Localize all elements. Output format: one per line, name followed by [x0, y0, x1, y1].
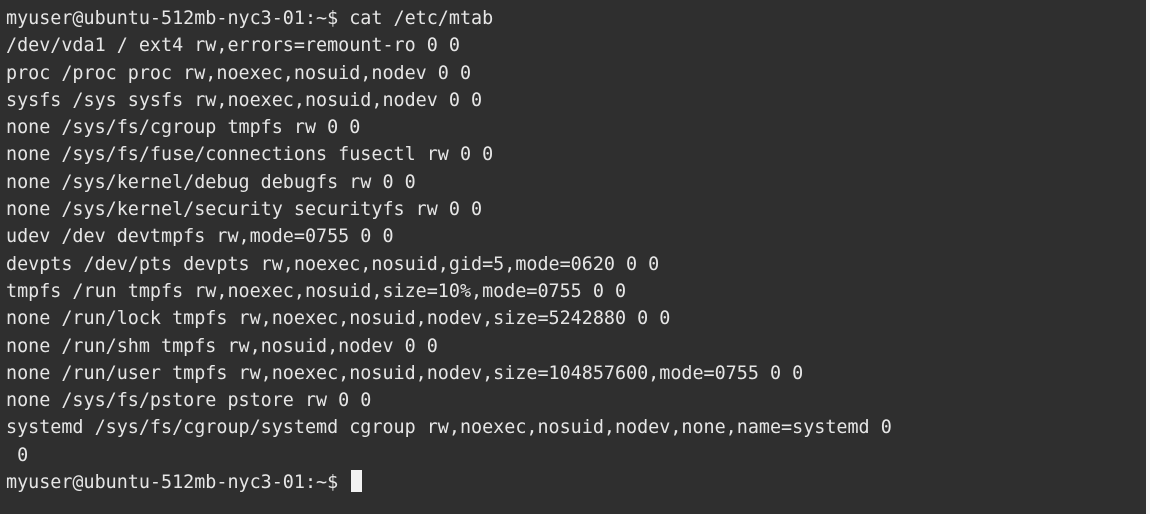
text-cursor — [351, 470, 363, 493]
output-line: /dev/vda1 / ext4 rw,errors=remount-ro 0 … — [6, 35, 460, 57]
output-line: proc /proc proc rw,noexec,nosuid,nodev 0… — [6, 62, 472, 84]
terminal-window[interactable]: myuser@ubuntu-512mb-nyc3-01:~$ cat /etc/… — [0, 0, 1150, 514]
window-edge — [1146, 0, 1150, 514]
output-line: none /sys/kernel/debug debugfs rw 0 0 — [6, 171, 416, 193]
output-line: none /run/shm tmpfs rw,nosuid,nodev 0 0 — [6, 335, 438, 357]
output-line: none /sys/fs/fuse/connections fusectl rw… — [6, 144, 494, 166]
prompt-line[interactable]: myuser@ubuntu-512mb-nyc3-01:~$ — [6, 469, 1150, 496]
output-line: sysfs /sys sysfs rw,noexec,nosuid,nodev … — [6, 89, 483, 111]
output-line: none /run/lock tmpfs rw,noexec,nosuid,no… — [6, 308, 671, 330]
output-line: 0 — [6, 444, 29, 466]
output-line: systemd /sys/fs/cgroup/systemd cgroup rw… — [6, 417, 892, 439]
shell-prompt: myuser@ubuntu-512mb-nyc3-01:~$ — [6, 472, 350, 494]
output-line: none /sys/kernel/security securityfs rw … — [6, 199, 483, 221]
output-line: none /run/user tmpfs rw,noexec,nosuid,no… — [6, 362, 804, 384]
output-line: devpts /dev/pts devpts rw,noexec,nosuid,… — [6, 253, 660, 275]
output-line: tmpfs /run tmpfs rw,noexec,nosuid,size=1… — [6, 280, 627, 302]
command-line: myuser@ubuntu-512mb-nyc3-01:~$ cat /etc/… — [6, 8, 494, 29]
output-line: none /sys/fs/pstore pstore rw 0 0 — [6, 390, 372, 412]
output-line: udev /dev devtmpfs rw,mode=0755 0 0 — [6, 226, 394, 248]
output-line: none /sys/fs/cgroup tmpfs rw 0 0 — [6, 117, 361, 139]
